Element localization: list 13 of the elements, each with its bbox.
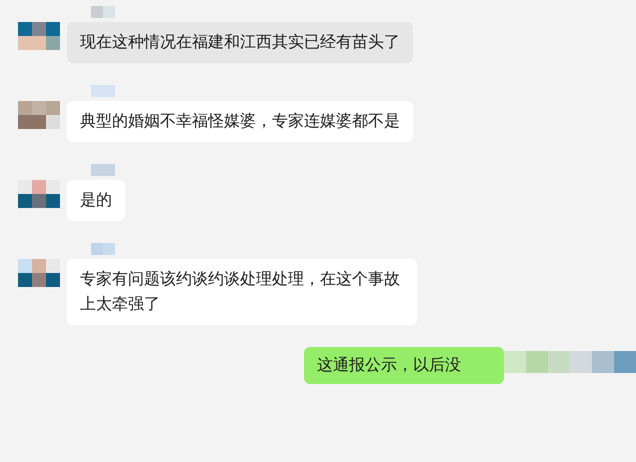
blurred-name bbox=[91, 85, 115, 97]
message-bubble: 是的 bbox=[67, 180, 125, 221]
message-bubble: 典型的婚姻不幸福怪媒婆，专家连媒婆都不是 bbox=[67, 101, 413, 142]
blurred-name bbox=[91, 6, 115, 18]
blurred-name bbox=[91, 164, 115, 176]
blurred-name bbox=[91, 243, 115, 255]
message-bubble: 专家有问题该约谈约谈处理处理，在这个事故上太牵强了 bbox=[67, 259, 417, 325]
message-bubble: 现在这种情况在福建和江西其实已经有苗头了 bbox=[67, 22, 413, 63]
blurred-avatar bbox=[18, 22, 60, 50]
blurred-avatar bbox=[18, 259, 60, 287]
blurred-avatar bbox=[18, 101, 60, 129]
blurred-avatar bbox=[18, 180, 60, 208]
message-bubble: 这通报公示，以后没 bbox=[304, 347, 504, 384]
